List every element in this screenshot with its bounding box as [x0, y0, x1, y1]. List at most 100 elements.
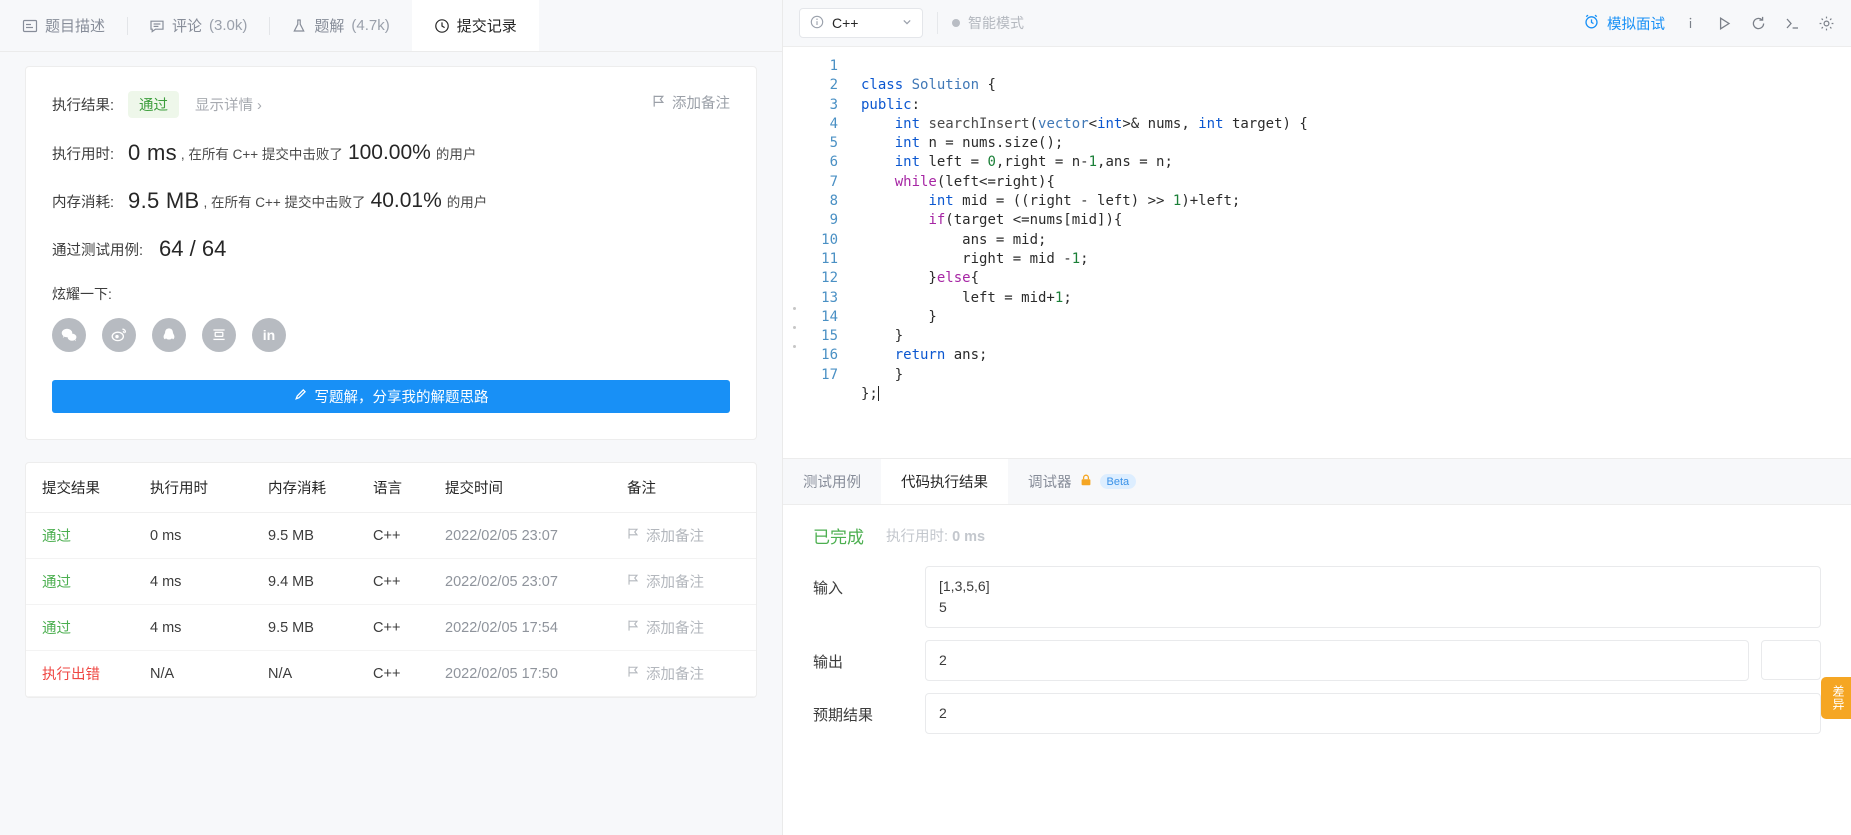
social-share-list: in [52, 318, 730, 352]
cell-result[interactable]: 执行出错 [26, 663, 150, 684]
qq-icon[interactable] [152, 318, 186, 352]
chevron-down-icon [901, 15, 913, 31]
smart-mode-label: 智能模式 [968, 15, 1024, 31]
runtime-percentile: 100.00% [347, 141, 431, 164]
flag-icon [627, 665, 639, 682]
execution-status: 已完成 [813, 528, 864, 547]
description-icon [22, 18, 38, 34]
language-label: C++ [832, 15, 859, 31]
testcases-row: 通过测试用例: 64 / 64 [52, 236, 730, 262]
add-note-label: 添加备注 [646, 575, 704, 591]
cell-time: 2022/02/05 17:50 [445, 665, 558, 682]
runtime-label: 执行用时: [52, 146, 115, 163]
left-content: 添加备注 执行结果: 通过 显示详情 › 执行用时: 0 ms , 在所有 C+… [0, 52, 782, 835]
tab-debugger[interactable]: 调试器 Beta [1008, 459, 1156, 504]
execution-status-row: 已完成 执行用时: 0 ms [813, 523, 1821, 548]
table-row[interactable]: 执行出错 N/A N/A C++ 2022/02/05 17:50 添加备注 [26, 651, 756, 697]
cell-time: 2022/02/05 23:07 [445, 573, 558, 590]
tab-comments[interactable]: 评论 (3.0k) [127, 0, 269, 51]
cell-memory: 9.5 MB [268, 619, 314, 636]
linkedin-icon[interactable]: in [252, 318, 286, 352]
cell-memory: 9.4 MB [268, 573, 314, 590]
result-status-row: 执行结果: 通过 显示详情 › [52, 91, 730, 118]
line-numbers: 1 2 3 4 5 6 7 8 9 10 11 12 13 14 15 16 1… [821, 58, 838, 383]
tab-label: 评论 [172, 18, 203, 35]
code-content[interactable]: class Solution { public: int searchInser… [847, 47, 1851, 458]
cell-runtime: N/A [150, 665, 175, 682]
show-detail-link[interactable]: 显示详情 › [195, 94, 262, 115]
flag-icon [652, 94, 665, 112]
lock-icon [1079, 473, 1093, 491]
settings-icon[interactable] [1818, 15, 1835, 32]
console-tab-label: 测试用例 [803, 475, 861, 491]
info-icon[interactable] [1682, 15, 1699, 32]
language-select[interactable]: C++ [799, 8, 923, 38]
cell-result[interactable]: 通过 [26, 571, 150, 592]
write-solution-button[interactable]: 写题解，分享我的解题思路 [52, 380, 730, 413]
add-note-label: 添加备注 [672, 96, 730, 112]
cell-memory: 9.5 MB [268, 527, 314, 544]
output-value: 2 [925, 640, 1749, 681]
cell-add-note[interactable]: 添加备注 [627, 663, 756, 684]
code-editor[interactable]: 1 2 3 4 5 6 7 8 9 10 11 12 13 14 15 16 1… [783, 47, 1851, 458]
output-label: 输出 [813, 654, 844, 671]
cell-add-note[interactable]: 添加备注 [627, 571, 756, 592]
tab-label: 题解 [314, 18, 345, 35]
col-header-time: 提交时间 [445, 481, 503, 497]
right-panel: C++ 智能模式 模拟面试 1 2 3 4 5 6 7 8 9 10 11 12… [783, 0, 1851, 835]
clock-icon [434, 18, 450, 34]
brag-label: 炫耀一下: [52, 286, 112, 302]
memory-percentile: 40.01% [370, 189, 442, 212]
runtime-row: 执行用时: 0 ms , 在所有 C++ 提交中击败了 100.00% 的用户 [52, 140, 730, 166]
wechat-icon[interactable] [52, 318, 86, 352]
toolbar-right-group: 模拟面试 [1583, 13, 1835, 34]
cell-add-note[interactable]: 添加备注 [627, 525, 756, 546]
fold-gutter[interactable] [783, 47, 805, 458]
memory-label: 内存消耗: [52, 194, 115, 211]
runtime-value: 0 ms [952, 529, 986, 545]
write-solution-label: 写题解，分享我的解题思路 [314, 390, 489, 406]
table-row[interactable]: 通过 4 ms 9.4 MB C++ 2022/02/05 23:07 添加备注 [26, 559, 756, 605]
runtime-mid-text: , 在所有 C++ 提交中击败了 [180, 147, 343, 162]
col-header-runtime: 执行用时 [150, 481, 208, 497]
input-label: 输入 [813, 580, 844, 597]
console-body: 已完成 执行用时: 0 ms 输入 [1,3,5,6] 5 输出 2 预期结果 … [783, 505, 1851, 835]
add-note-button[interactable]: 添加备注 [652, 92, 730, 113]
tab-count: (3.0k) [209, 17, 248, 34]
cell-language: C++ [373, 665, 401, 682]
output-row: 输出 2 [813, 640, 1821, 681]
douban-icon[interactable] [202, 318, 236, 352]
tab-label: 题目描述 [45, 18, 106, 35]
memory-value: 9.5 MB [128, 188, 200, 213]
console-icon[interactable] [1784, 15, 1801, 32]
console-tab-label: 调试器 [1028, 475, 1072, 491]
fold-marker-icon[interactable] [792, 345, 796, 348]
table-row[interactable]: 通过 0 ms 9.5 MB C++ 2022/02/05 23:07 添加备注 [26, 513, 756, 559]
add-note-label: 添加备注 [646, 667, 704, 683]
cell-result[interactable]: 通过 [26, 525, 150, 546]
runtime-label: 执行用时: [886, 529, 949, 545]
tab-label: 提交记录 [456, 18, 517, 35]
tab-solutions[interactable]: 题解 (4.7k) [269, 0, 411, 51]
execution-runtime: 执行用时: 0 ms [886, 525, 985, 546]
smart-mode-toggle[interactable]: 智能模式 [952, 13, 1024, 33]
tab-submissions[interactable]: 提交记录 [411, 0, 539, 51]
input-value[interactable]: [1,3,5,6] 5 [925, 566, 1821, 628]
tab-execution-result[interactable]: 代码执行结果 [881, 459, 1008, 504]
table-row[interactable]: 通过 4 ms 9.5 MB C++ 2022/02/05 17:54 添加备注 [26, 605, 756, 651]
tab-testcases[interactable]: 测试用例 [783, 459, 881, 504]
diff-button[interactable]: 差异 [1821, 677, 1851, 719]
run-icon[interactable] [1716, 15, 1733, 32]
flag-icon [627, 573, 639, 590]
add-note-label: 添加备注 [646, 621, 704, 637]
cell-add-note[interactable]: 添加备注 [627, 617, 756, 638]
reset-icon[interactable] [1750, 15, 1767, 32]
mock-interview-button[interactable]: 模拟面试 [1583, 13, 1665, 34]
tab-description[interactable]: 题目描述 [0, 0, 127, 51]
output-side-box [1761, 640, 1821, 680]
input-row: 输入 [1,3,5,6] 5 [813, 566, 1821, 628]
cell-result[interactable]: 通过 [26, 617, 150, 638]
weibo-icon[interactable] [102, 318, 136, 352]
comment-icon [149, 18, 165, 34]
cell-language: C++ [373, 573, 401, 590]
